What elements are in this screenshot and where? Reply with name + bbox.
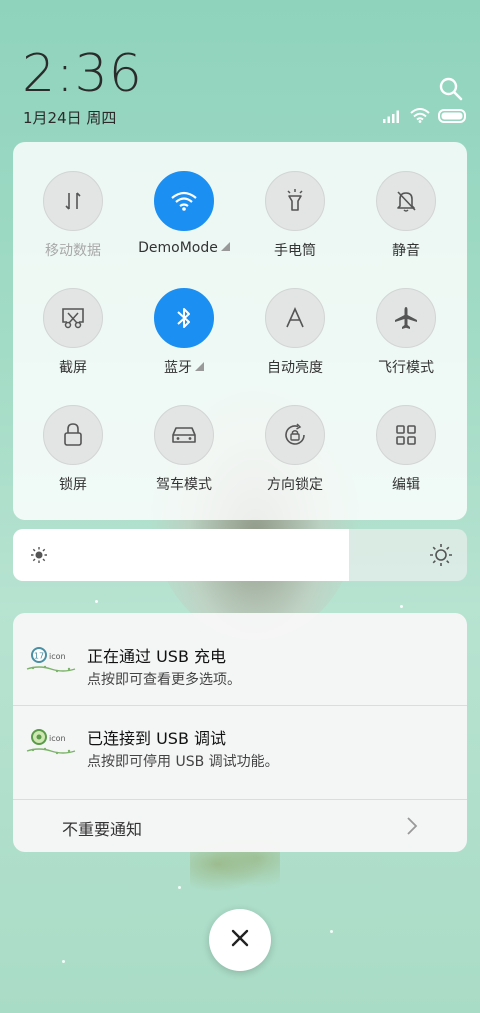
notification-body: 点按即可停用 USB 调试功能。 — [87, 754, 279, 770]
tile-edit[interactable]: 编辑 — [351, 405, 461, 510]
wallpaper-sparkle — [62, 960, 65, 963]
tile-wifi[interactable]: DemoMode — [129, 171, 239, 276]
signal-icon — [382, 108, 402, 127]
notification-title: 已连接到 USB 调试 — [87, 729, 227, 748]
tile-mobile-data[interactable]: 移动数据 — [18, 171, 128, 276]
tile-label: 移动数据 — [45, 243, 101, 259]
tile-label: 蓝牙 — [164, 360, 192, 376]
tile-screenshot[interactable]: 截屏 — [18, 288, 128, 393]
screenshot-icon — [43, 288, 103, 348]
tile-rotation-lock[interactable]: 方向锁定 — [240, 405, 350, 510]
svg-text:17: 17 — [34, 652, 44, 661]
tile-label: 驾车模式 — [156, 477, 212, 493]
tile-bluetooth[interactable]: 蓝牙 — [129, 288, 239, 393]
wifi-icon — [154, 171, 214, 231]
notification-title: 正在通过 USB 充电 — [87, 647, 227, 666]
tile-label: 手电筒 — [274, 243, 316, 259]
close-button[interactable] — [209, 909, 271, 971]
wallpaper-sparkle — [400, 605, 403, 608]
tile-airplane-mode[interactable]: 飞行模式 — [351, 288, 461, 393]
wifi-status-icon — [410, 107, 430, 127]
unimportant-notifications-link[interactable]: 不重要通知 — [62, 816, 142, 840]
tile-label: 编辑 — [392, 477, 420, 493]
grid-edit-icon — [376, 405, 436, 465]
app-icon: icon — [25, 725, 77, 759]
status-icons — [382, 107, 468, 127]
flashlight-icon — [265, 171, 325, 231]
auto-brightness-icon — [265, 288, 325, 348]
lock-icon — [43, 405, 103, 465]
app-icon: 17 icon — [25, 643, 77, 677]
tile-label: 锁屏 — [59, 477, 87, 493]
airplane-icon — [376, 288, 436, 348]
tile-driving-mode[interactable]: 驾车模式 — [129, 405, 239, 510]
mobile-data-icon — [43, 171, 103, 231]
tile-flashlight[interactable]: 手电筒 — [240, 171, 350, 276]
expand-triangle-icon — [220, 242, 230, 251]
tile-label: 自动亮度 — [267, 360, 323, 376]
notification-usb-debugging[interactable]: icon 已连接到 USB 调试 点按即可停用 USB 调试功能。 — [13, 695, 467, 785]
tile-label: DemoMode — [138, 240, 218, 256]
battery-icon — [438, 108, 468, 127]
app-icon-text: icon — [49, 652, 66, 661]
expand-triangle-icon — [195, 362, 204, 371]
notification-panel: 17 icon 正在通过 USB 充电 点按即可查看更多选项。 icon 已连接到… — [13, 613, 467, 852]
clock: 2:36 — [22, 44, 143, 104]
wallpaper-sparkle — [178, 886, 181, 889]
tile-label: 飞行模式 — [378, 360, 434, 376]
tile-auto-brightness[interactable]: 自动亮度 — [240, 288, 350, 393]
notification-usb-charging[interactable]: 17 icon 正在通过 USB 充电 点按即可查看更多选项。 — [13, 613, 467, 703]
rotation-lock-icon — [265, 405, 325, 465]
notification-divider — [13, 799, 467, 800]
search-icon[interactable] — [438, 76, 464, 102]
wallpaper-sparkle — [330, 930, 333, 933]
tile-mute[interactable]: 静音 — [351, 171, 461, 276]
tile-label: 静音 — [392, 243, 420, 259]
brightness-slider[interactable] — [13, 529, 467, 581]
app-icon-text: icon — [49, 734, 66, 743]
brightness-fill — [13, 529, 349, 581]
mute-bell-icon — [376, 171, 436, 231]
tile-label: 方向锁定 — [267, 477, 323, 493]
tile-label: 截屏 — [59, 360, 87, 376]
quick-settings-panel: 移动数据 DemoMode 手电筒 静音 截屏 蓝牙 自动亮度 飞行模式 锁屏 … — [13, 142, 467, 520]
car-icon — [154, 405, 214, 465]
date-label: 1月24日 周四 — [23, 109, 117, 127]
chevron-right-icon[interactable] — [406, 816, 418, 840]
close-icon — [231, 929, 249, 951]
tile-lock-screen[interactable]: 锁屏 — [18, 405, 128, 510]
wallpaper-sparkle — [95, 600, 98, 603]
brightness-high-icon — [429, 543, 453, 571]
notification-body: 点按即可查看更多选项。 — [87, 672, 241, 688]
bluetooth-icon — [154, 288, 214, 348]
brightness-low-icon — [30, 546, 48, 568]
